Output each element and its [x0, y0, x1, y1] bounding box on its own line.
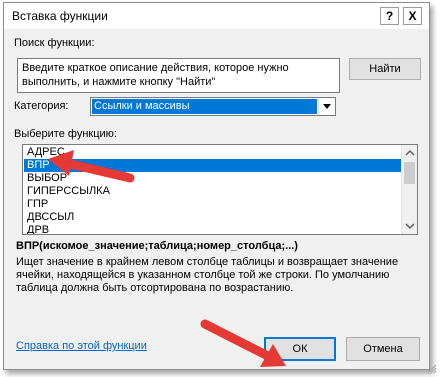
function-description: Ищет значение в крайнем левом столбце та…: [16, 256, 399, 294]
function-list[interactable]: АДРЕС ВПР ВЫБОР ГИПЕРССЫЛКА ГПР ДВССЫЛ Д…: [22, 144, 418, 235]
list-item[interactable]: ГИПЕРССЫЛКА: [24, 185, 401, 198]
resize-grip-icon[interactable]: [427, 364, 437, 374]
function-list-label: Выберите функцию:: [14, 128, 117, 140]
title-bar: Вставка функции ? X: [4, 3, 429, 29]
category-label: Категория:: [14, 100, 69, 112]
category-selected-value: Ссылки и массивы: [92, 99, 317, 114]
chevron-down-icon[interactable]: [318, 99, 334, 114]
scroll-up-icon[interactable]: [402, 145, 417, 161]
scroll-down-icon[interactable]: [402, 218, 417, 234]
list-item[interactable]: ГПР: [24, 198, 401, 211]
list-item[interactable]: ВЫБОР: [24, 172, 401, 185]
dialog-title: Вставка функции: [12, 9, 108, 23]
scrollbar-thumb[interactable]: [404, 162, 415, 184]
close-button[interactable]: X: [403, 7, 422, 25]
category-select[interactable]: Ссылки и массивы: [90, 97, 336, 116]
list-item[interactable]: ДВССЫЛ: [24, 211, 401, 224]
search-description-input[interactable]: Введите краткое описание действия, котор…: [17, 58, 340, 93]
ok-button[interactable]: ОК: [264, 337, 336, 361]
function-syntax: ВПР(искомое_значение;таблица;номер_столб…: [16, 240, 298, 252]
help-button[interactable]: ?: [380, 7, 399, 25]
list-item-selected[interactable]: ВПР: [24, 159, 401, 172]
list-item[interactable]: АДРЕС: [24, 146, 401, 159]
search-label: Поиск функции:: [14, 37, 95, 49]
list-scrollbar[interactable]: [401, 145, 417, 234]
list-item[interactable]: ДРВ: [24, 224, 401, 234]
find-button[interactable]: Найти: [349, 58, 421, 80]
help-link[interactable]: Справка по этой функции: [16, 340, 147, 352]
cancel-button[interactable]: Отмена: [346, 337, 420, 361]
